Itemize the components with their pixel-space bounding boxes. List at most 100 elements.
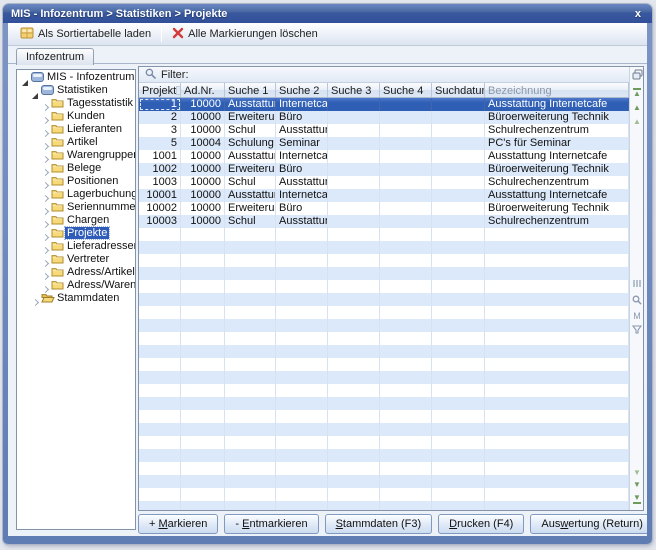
grid-cell-suche1[interactable] <box>225 267 276 280</box>
grid-cell-suche4[interactable] <box>380 202 432 215</box>
grid-cell-suchdatum[interactable] <box>432 228 485 241</box>
grid-cell-suche4[interactable] <box>380 267 432 280</box>
grid-cell-suche1[interactable] <box>225 306 276 319</box>
grid-cell-suchdatum[interactable] <box>432 98 485 111</box>
grid-cell-suchdatum[interactable] <box>432 254 485 267</box>
grid-row[interactable]: 100310000SchulAusstattunSchulrechenzentr… <box>139 176 629 189</box>
grid-cell-suche4[interactable] <box>380 501 432 510</box>
grid-cell-projekt[interactable] <box>139 358 181 371</box>
grid-cell-suche2[interactable] <box>276 488 328 501</box>
grid-cell-suche4[interactable] <box>380 488 432 501</box>
tree-item-seriennummern[interactable]: Seriennummern <box>17 200 135 213</box>
grid-cell-bezeichnung[interactable]: Schulrechenzentrum <box>485 124 629 137</box>
grid-cell-suche1[interactable] <box>225 319 276 332</box>
grid-cell-projekt[interactable] <box>139 241 181 254</box>
grid-cell-suche3[interactable] <box>328 358 380 371</box>
grid-cell-suche2[interactable] <box>276 436 328 449</box>
grid-empty-row[interactable] <box>139 397 629 410</box>
grid-cell-suchdatum[interactable] <box>432 111 485 124</box>
grid-cell-suche2[interactable]: Büro <box>276 163 328 176</box>
grid-cell-projekt[interactable] <box>139 332 181 345</box>
grid-cell-suchdatum[interactable] <box>432 436 485 449</box>
grid-cell-suchdatum[interactable] <box>432 475 485 488</box>
grid-cell-bezeichnung[interactable] <box>485 254 629 267</box>
grid-cell-bezeichnung[interactable]: Ausstattung Internetcafe <box>485 98 629 111</box>
page-down-icon[interactable]: ▼ <box>630 478 644 490</box>
grid-cell-adnr[interactable] <box>181 267 225 280</box>
grid-cell-adnr[interactable]: 10000 <box>181 202 225 215</box>
row-down-icon[interactable]: ▼ <box>630 466 644 478</box>
grid-cell-projekt[interactable] <box>139 449 181 462</box>
grid-cell-adnr[interactable] <box>181 397 225 410</box>
column-width-icon[interactable] <box>630 279 644 291</box>
grid-empty-row[interactable] <box>139 254 629 267</box>
grid-cell-suche1[interactable] <box>225 462 276 475</box>
grid-cell-suche4[interactable] <box>380 98 432 111</box>
grid-cell-adnr[interactable] <box>181 254 225 267</box>
grid-cell-bezeichnung[interactable] <box>485 410 629 423</box>
grid-cell-suche4[interactable] <box>380 215 432 228</box>
column-header-suchdatum[interactable]: Suchdatum <box>432 83 485 98</box>
grid-cell-suche2[interactable]: Seminar <box>276 137 328 150</box>
grid-cell-suche2[interactable] <box>276 397 328 410</box>
column-header-suche-1[interactable]: Suche 1 <box>225 83 276 98</box>
grid-cell-suche4[interactable] <box>380 423 432 436</box>
grid-empty-row[interactable] <box>139 449 629 462</box>
grid-cell-suche1[interactable]: Erweiterun <box>225 163 276 176</box>
grid-cell-bezeichnung[interactable] <box>485 241 629 254</box>
grid-cell-bezeichnung[interactable]: Büroerweiterung Technik <box>485 202 629 215</box>
grid-cell-suche1[interactable] <box>225 397 276 410</box>
grid-cell-suche2[interactable] <box>276 345 328 358</box>
grid-cell-suche3[interactable] <box>328 462 380 475</box>
tree-item-lieferanten[interactable]: Lieferanten <box>17 122 135 135</box>
grid-cell-projekt[interactable] <box>139 319 181 332</box>
grid-cell-adnr[interactable] <box>181 228 225 241</box>
grid-cell-bezeichnung[interactable] <box>485 319 629 332</box>
grid-cell-suche1[interactable] <box>225 384 276 397</box>
markieren-button[interactable]: + Markieren <box>138 514 218 534</box>
grid-cell-suche3[interactable] <box>328 163 380 176</box>
grid-cell-bezeichnung[interactable]: Büroerweiterung Technik <box>485 163 629 176</box>
grid-empty-row[interactable] <box>139 423 629 436</box>
tree-item-lagerbuchungen[interactable]: Lagerbuchungen <box>17 187 135 200</box>
grid-cell-bezeichnung[interactable]: Ausstattung Internetcafe <box>485 189 629 202</box>
grid-row[interactable]: 1000310000SchulAusstattunSchulrechenzent… <box>139 215 629 228</box>
grid-cell-suche3[interactable] <box>328 98 380 111</box>
grid-cell-suchdatum[interactable] <box>432 332 485 345</box>
grid-cell-adnr[interactable]: 10000 <box>181 163 225 176</box>
grid-cell-projekt[interactable]: 2 <box>139 111 181 124</box>
grid-cell-projekt[interactable] <box>139 397 181 410</box>
grid-cell-suche2[interactable] <box>276 475 328 488</box>
grid-cell-adnr[interactable]: 10000 <box>181 215 225 228</box>
grid-cell-suche3[interactable] <box>328 189 380 202</box>
grid-cell-suche1[interactable] <box>225 501 276 510</box>
tree-item-adress-warengruppen[interactable]: Adress/Warengruppen <box>17 278 135 291</box>
grid-row[interactable]: 100210000ErweiterunBüroBüroerweiterung T… <box>139 163 629 176</box>
mark-icon[interactable]: M <box>630 312 644 321</box>
grid-cell-suche1[interactable] <box>225 293 276 306</box>
grid-cell-suchdatum[interactable] <box>432 267 485 280</box>
grid-cell-bezeichnung[interactable] <box>485 293 629 306</box>
grid-empty-row[interactable] <box>139 280 629 293</box>
grid-cell-suche4[interactable] <box>380 254 432 267</box>
grid-cell-suche3[interactable] <box>328 384 380 397</box>
grid-empty-row[interactable] <box>139 488 629 501</box>
grid-cell-suche3[interactable] <box>328 176 380 189</box>
grid-cell-suche2[interactable]: Ausstattun <box>276 215 328 228</box>
grid-cell-projekt[interactable] <box>139 423 181 436</box>
grid-cell-suchdatum[interactable] <box>432 319 485 332</box>
grid-cell-suche1[interactable] <box>225 254 276 267</box>
grid-cell-bezeichnung[interactable]: PC's für Seminar <box>485 137 629 150</box>
grid-cell-suchdatum[interactable] <box>432 358 485 371</box>
grid-cell-suche2[interactable] <box>276 254 328 267</box>
grid-cell-suche4[interactable] <box>380 462 432 475</box>
grid-cell-suche2[interactable]: Büro <box>276 111 328 124</box>
grid-cell-suche1[interactable] <box>225 228 276 241</box>
grid-cell-projekt[interactable]: 1 <box>139 98 181 111</box>
tree-item-lieferadressen[interactable]: Lieferadressen <box>17 239 135 252</box>
grid-cell-suche3[interactable] <box>328 345 380 358</box>
grid-cell-projekt[interactable] <box>139 267 181 280</box>
grid-cell-suche4[interactable] <box>380 384 432 397</box>
column-chooser-icon[interactable] <box>630 69 644 83</box>
grid-cell-suche3[interactable] <box>328 501 380 510</box>
